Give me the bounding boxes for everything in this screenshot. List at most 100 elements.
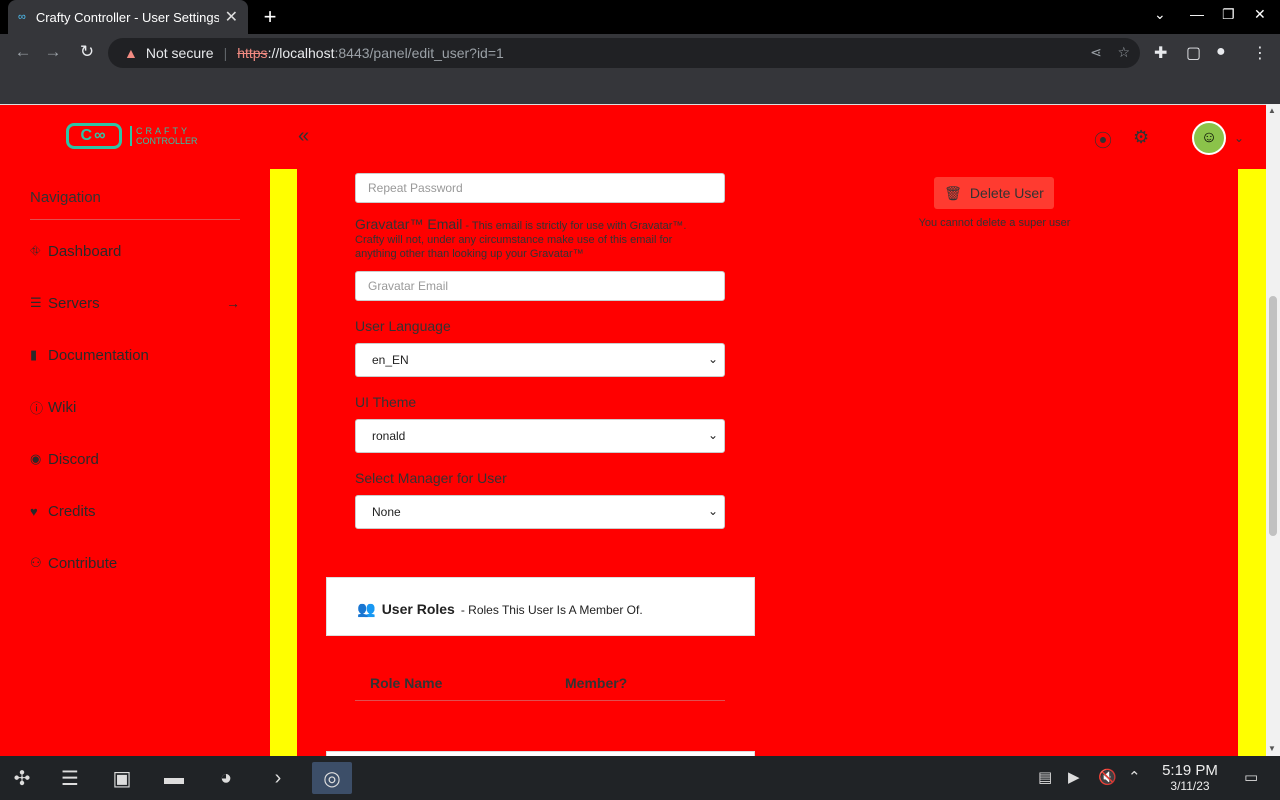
sidebar: Navigation ⛗ Dashboard ☰ Servers → ▮ Doc… bbox=[0, 169, 270, 756]
tab-search-icon[interactable]: ⌄ bbox=[1154, 6, 1166, 23]
logo-text-crafty: CRAFTY bbox=[136, 126, 190, 136]
logo-mark: C∞ bbox=[66, 123, 122, 149]
close-tab-icon[interactable]: ✕ bbox=[225, 7, 238, 27]
sidebar-collapse-button[interactable]: « bbox=[298, 125, 309, 148]
arrow-right-icon[interactable]: → bbox=[226, 295, 240, 311]
delete-user-button[interactable]: 🗑 Delete User bbox=[934, 177, 1054, 209]
url-scheme: https bbox=[237, 45, 268, 61]
profile-icon[interactable]: ● bbox=[1216, 43, 1226, 61]
omnibox-separator: | bbox=[223, 45, 228, 61]
chrome-icon[interactable]: ◎ bbox=[312, 762, 352, 794]
settings-sliders-icon[interactable]: ☰ bbox=[54, 762, 86, 794]
back-icon[interactable]: ← bbox=[12, 42, 34, 62]
folder-icon[interactable]: ▬ bbox=[158, 762, 190, 794]
ui-theme-label: UI Theme bbox=[355, 394, 417, 410]
url-path: :8443/panel/edit_user?id=1 bbox=[334, 45, 504, 61]
url-host: ://localhost bbox=[267, 45, 335, 61]
sitemap-icon: ⛗ bbox=[30, 243, 41, 258]
menu-icon[interactable]: ⋮ bbox=[1252, 43, 1268, 63]
new-tab-button[interactable]: + bbox=[258, 4, 282, 30]
chevron-down-icon[interactable]: ⌄ bbox=[1234, 131, 1244, 145]
gravatar-email-input[interactable]: Gravatar Email bbox=[355, 271, 725, 301]
sidebar-item-label: Wiki bbox=[48, 398, 77, 416]
store-icon[interactable]: ▣ bbox=[106, 762, 138, 794]
tab-strip: ∞ Crafty Controller - User Settings ✕ + … bbox=[0, 0, 1280, 34]
forward-icon[interactable]: → bbox=[42, 42, 64, 62]
manager-select[interactable]: None ⌄ bbox=[355, 495, 725, 529]
gears-icon[interactable]: ⚙ bbox=[1133, 127, 1149, 148]
clipboard-icon[interactable]: ▤ bbox=[1038, 768, 1052, 786]
sidebar-item-servers[interactable]: ☰ Servers → bbox=[30, 291, 240, 315]
sidebar-item-label: Dashboard bbox=[48, 242, 122, 260]
sidebar-item-label: Credits bbox=[48, 502, 96, 520]
info-icon: ⓘ bbox=[30, 400, 44, 416]
sidebar-item-documentation[interactable]: ▮ Documentation bbox=[30, 343, 240, 367]
address-toolbar: ← → ↻ ▲ Not secure | https://localhost:8… bbox=[0, 34, 1280, 72]
taskbar: ✣ ☰ ▣ ▬ ◕ › ◎ ▤ ▶ 🔇 ⌃ 5:19 PM 3/11/23 ▭ bbox=[0, 756, 1280, 800]
sidebar-item-contribute[interactable]: ⚇ Contribute bbox=[30, 551, 240, 575]
content-frame: Repeat Password Gravatar™ Email - This e… bbox=[270, 169, 1266, 756]
user-language-select[interactable]: en_EN ⌄ bbox=[355, 343, 725, 377]
show-desktop-icon[interactable]: ▭ bbox=[1244, 768, 1258, 786]
app-launcher-icon[interactable]: ✣ bbox=[6, 762, 38, 794]
sidebar-item-dashboard[interactable]: ⛗ Dashboard bbox=[30, 239, 240, 263]
user-language-label: User Language bbox=[355, 318, 451, 334]
clock-time: 5:19 PM bbox=[1162, 762, 1218, 779]
warning-icon[interactable]: ▲ bbox=[124, 45, 138, 61]
server-icon: ☰ bbox=[30, 295, 42, 310]
media-play-icon[interactable]: ▶ bbox=[1068, 768, 1080, 786]
chevron-down-icon: ⌄ bbox=[707, 428, 718, 442]
antenna-icon[interactable]: ⦿ bbox=[1094, 127, 1112, 153]
col-role-name: Role Name bbox=[370, 675, 443, 691]
reload-icon[interactable]: ↻ bbox=[76, 42, 98, 62]
user-roles-card: 👥 User Roles - Roles This User Is A Memb… bbox=[326, 577, 755, 636]
gravatar-label: Gravatar™ Email bbox=[355, 216, 463, 232]
sidebar-item-label: Contribute bbox=[48, 554, 118, 572]
terminal-icon[interactable]: › bbox=[262, 762, 294, 794]
user-roles-title: User Roles bbox=[381, 601, 455, 617]
extensions-icon[interactable]: ✚ bbox=[1154, 43, 1167, 63]
security-label[interactable]: Not secure bbox=[146, 45, 214, 61]
repeat-password-input[interactable]: Repeat Password bbox=[355, 173, 725, 203]
sidebar-item-discord[interactable]: ◉ Discord bbox=[30, 447, 240, 471]
sidebar-item-label: Discord bbox=[48, 450, 99, 468]
chevron-up-icon[interactable]: ⌃ bbox=[1128, 768, 1141, 786]
sidebar-item-label: Documentation bbox=[48, 346, 149, 364]
discord-icon: ◉ bbox=[30, 451, 42, 466]
minimize-icon[interactable]: — bbox=[1190, 6, 1204, 22]
clock-date: 3/11/23 bbox=[1170, 779, 1210, 793]
share-and-bookmark-icons[interactable]: ⋖ ☆ bbox=[1090, 44, 1130, 61]
roles-table-header: Role Name Member? bbox=[355, 669, 725, 701]
scroll-up-icon[interactable]: ▲ bbox=[1268, 106, 1276, 115]
url-bar[interactable]: ▲ Not secure | https://localhost:8443/pa… bbox=[108, 38, 1140, 68]
book-icon: ▮ bbox=[30, 347, 38, 362]
manager-label: Select Manager for User bbox=[355, 470, 507, 486]
sidebar-item-wiki[interactable]: ⓘ Wiki bbox=[30, 395, 240, 419]
manager-value: None bbox=[372, 505, 401, 519]
browser-tab[interactable]: ∞ Crafty Controller - User Settings ✕ bbox=[8, 0, 248, 34]
web-page: C∞ CRAFTY CONTROLLER « ⦿ ⚙ ☺ ⌄ Navigatio… bbox=[0, 104, 1266, 756]
volume-muted-icon[interactable]: 🔇 bbox=[1098, 768, 1117, 786]
maximize-icon[interactable]: ❐ bbox=[1222, 6, 1235, 23]
trash-icon: 🗑 bbox=[944, 184, 962, 201]
ui-theme-select[interactable]: ronald ⌄ bbox=[355, 419, 725, 453]
system-clock[interactable]: 5:19 PM 3/11/23 bbox=[1150, 762, 1230, 793]
delete-user-note: You cannot delete a super user bbox=[918, 217, 1071, 229]
avatar[interactable]: ☺ bbox=[1192, 121, 1226, 155]
donate-icon: ⚇ bbox=[30, 555, 42, 570]
user-language-value: en_EN bbox=[372, 353, 409, 367]
side-panel-icon[interactable]: ▢ bbox=[1186, 43, 1201, 63]
sidebar-item-label: Servers bbox=[48, 294, 100, 312]
heart-icon: ♥ bbox=[30, 503, 38, 519]
sidebar-item-credits[interactable]: ♥ Credits bbox=[30, 499, 240, 523]
crafty-logo[interactable]: C∞ CRAFTY CONTROLLER bbox=[66, 123, 198, 149]
scrollbar-thumb[interactable] bbox=[1269, 296, 1277, 536]
page-scrollbar[interactable]: ▲ ▼ bbox=[1266, 104, 1280, 756]
tab-title: Crafty Controller - User Settings bbox=[35, 9, 219, 25]
scroll-down-icon[interactable]: ▼ bbox=[1268, 744, 1276, 753]
logo-wordmark: CRAFTY CONTROLLER bbox=[130, 126, 198, 146]
close-window-icon[interactable]: ✕ bbox=[1254, 6, 1266, 23]
user-roles-subtitle: - Roles This User Is A Member Of. bbox=[460, 603, 643, 617]
gravatar-help: Gravatar™ Email - This email is strictly… bbox=[355, 217, 715, 261]
firefox-icon[interactable]: ◕ bbox=[210, 762, 242, 794]
